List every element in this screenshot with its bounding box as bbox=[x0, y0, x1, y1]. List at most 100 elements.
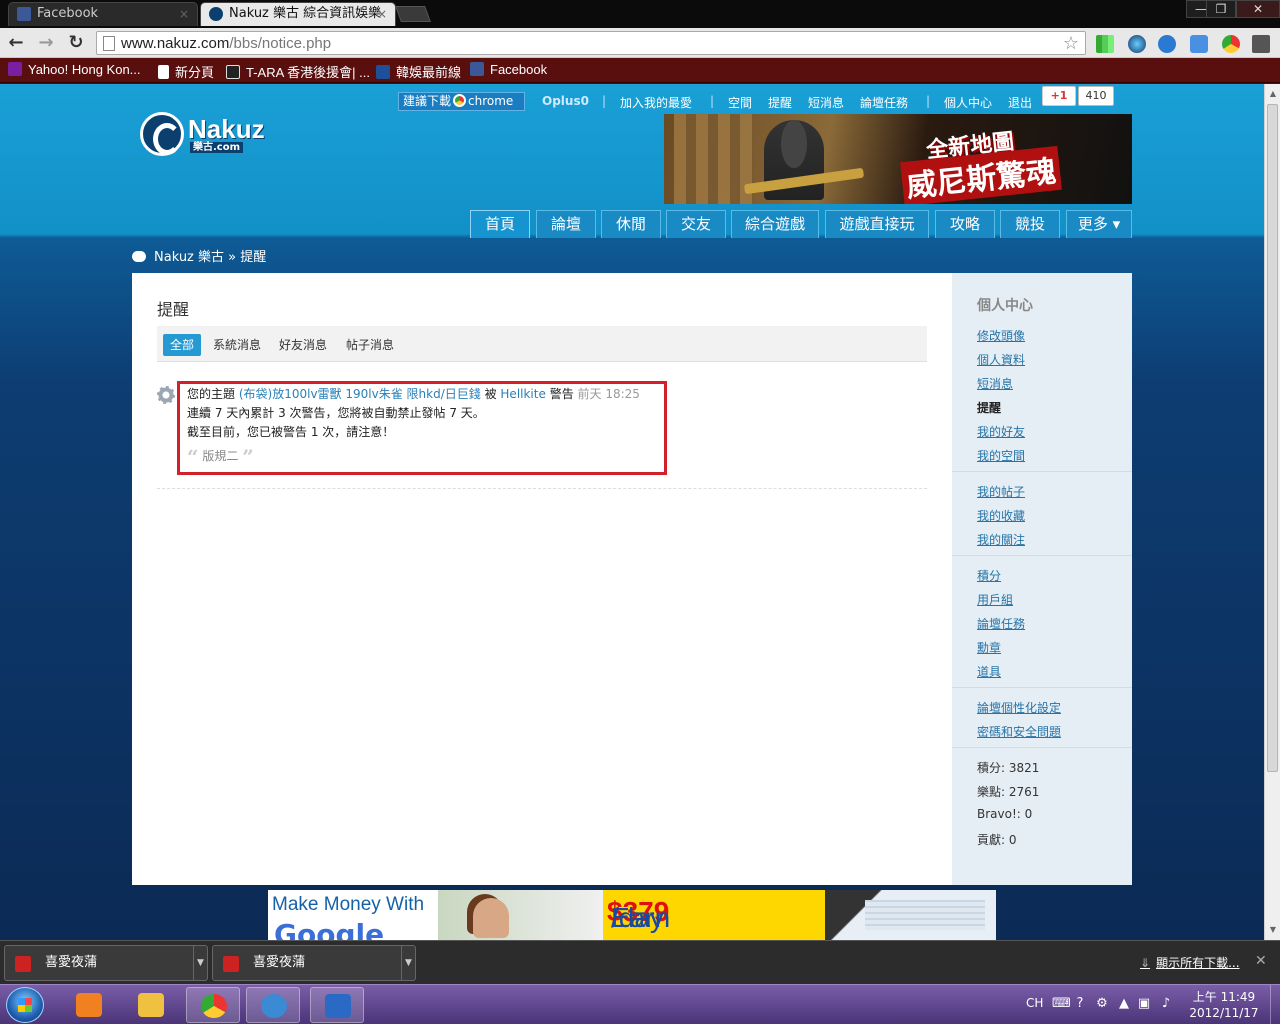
reload-button[interactable]: ↻ bbox=[64, 31, 88, 55]
notice-line-2: 連續 7 天內累計 3 次警告，您將被自動禁止發帖 7 天。 bbox=[187, 406, 485, 420]
signal-extension-icon[interactable] bbox=[1096, 35, 1114, 53]
taskbar-clock[interactable]: 上午 11:49 2012/11/17 bbox=[1186, 989, 1262, 1021]
sidebar-item-usergroup[interactable]: 用戶組 bbox=[977, 591, 1013, 608]
bottom-ad-banner[interactable]: Make Money With Google Earn $379/day bbox=[268, 890, 996, 940]
breadcrumb-current[interactable]: 提醒 bbox=[240, 250, 266, 265]
show-hidden-icons[interactable]: ▲ bbox=[1116, 996, 1132, 1012]
nav-play-games[interactable]: 遊戲直接玩 bbox=[825, 210, 929, 238]
taskbar-media-player[interactable] bbox=[62, 987, 116, 1023]
taskbar-bird-app[interactable] bbox=[310, 987, 364, 1023]
taskbar-nakuz[interactable] bbox=[246, 987, 300, 1023]
site-logo[interactable]: Nakuz 樂古.com bbox=[140, 112, 280, 158]
logout-link[interactable]: 退出 bbox=[1008, 94, 1032, 111]
add-favorite-link[interactable]: 加入我的最愛 bbox=[620, 94, 692, 111]
globe-extension-icon[interactable] bbox=[1128, 35, 1146, 53]
nav-more[interactable]: 更多 ▾ bbox=[1066, 210, 1132, 238]
show-all-downloads-link[interactable]: ⇓ 顯示所有下載... bbox=[1140, 954, 1240, 971]
tab-system[interactable]: 系統消息 bbox=[206, 334, 268, 356]
download-chrome-button[interactable]: 建議下載 chrome bbox=[398, 92, 525, 111]
sidebar-item-posts[interactable]: 我的帖子 bbox=[977, 483, 1025, 500]
tab-facebook[interactable]: Facebook × bbox=[8, 2, 198, 26]
sidebar-item-medals[interactable]: 勳章 bbox=[977, 639, 1001, 656]
bookmark-korean[interactable]: 韓娛最前線 bbox=[376, 62, 461, 81]
sidebar-item-security[interactable]: 密碼和安全問題 bbox=[977, 723, 1061, 740]
scroll-down-icon[interactable]: ▼ bbox=[1265, 922, 1280, 938]
taskbar-explorer[interactable] bbox=[124, 987, 178, 1023]
sidebar-item-favorites[interactable]: 我的收藏 bbox=[977, 507, 1025, 524]
sidebar-item-profile[interactable]: 個人資料 bbox=[977, 351, 1025, 368]
user-center-link[interactable]: 個人中心 bbox=[944, 94, 992, 111]
nav-leisure[interactable]: 休閒 bbox=[601, 210, 661, 238]
tab-close-icon[interactable]: × bbox=[179, 3, 189, 25]
keyboard-icon[interactable]: ⌨ bbox=[1052, 996, 1071, 1012]
nav-games[interactable]: 綜合遊戲 bbox=[731, 210, 819, 238]
sidebar-item-follows[interactable]: 我的關注 bbox=[977, 531, 1025, 548]
sidebar-item-friends[interactable]: 我的好友 bbox=[977, 423, 1025, 440]
taskbar-chrome[interactable] bbox=[186, 987, 240, 1023]
language-indicator[interactable]: CH bbox=[1026, 996, 1043, 1010]
topic-link[interactable]: (布袋)放100lv雷獸 190lv朱雀 限hkd/日巨錢 bbox=[239, 387, 481, 401]
sidebar-item-tasks[interactable]: 論壇任務 bbox=[977, 615, 1025, 632]
sidebar-item-items[interactable]: 道具 bbox=[977, 663, 1001, 680]
show-desktop-button[interactable] bbox=[1270, 985, 1280, 1024]
sync-extension-icon[interactable] bbox=[1158, 35, 1176, 53]
space-link[interactable]: 空間 bbox=[728, 94, 752, 111]
volume-icon[interactable]: ♪ bbox=[1158, 996, 1174, 1012]
username-link[interactable]: Oplus0 bbox=[542, 94, 589, 108]
nav-auction[interactable]: 競投 bbox=[1000, 210, 1060, 238]
notice-link[interactable]: 提醒 bbox=[768, 94, 792, 111]
scroll-up-icon[interactable]: ▲ bbox=[1265, 86, 1280, 102]
google-plus-button[interactable]: +1 bbox=[1042, 86, 1076, 106]
back-button[interactable]: ← bbox=[4, 31, 28, 55]
nav-home[interactable]: 首頁 bbox=[470, 210, 530, 238]
banner-headline: 威尼斯驚魂 bbox=[900, 145, 1062, 204]
sidebar-item-personalize[interactable]: 論壇個性化設定 bbox=[977, 699, 1061, 716]
page-scrollbar[interactable]: ▲ ▼ bbox=[1264, 84, 1280, 940]
tab-friends[interactable]: 好友消息 bbox=[272, 334, 334, 356]
close-window-button[interactable]: ✕ bbox=[1236, 0, 1280, 18]
nav-forum[interactable]: 論壇 bbox=[536, 210, 596, 238]
wrench-menu-icon[interactable] bbox=[1252, 35, 1270, 53]
person-illustration bbox=[473, 898, 509, 938]
user-link[interactable]: Hellkite bbox=[500, 387, 545, 401]
sidebar-item-avatar[interactable]: 修改頭像 bbox=[977, 327, 1025, 344]
messages-link[interactable]: 短消息 bbox=[808, 94, 844, 111]
tab-posts[interactable]: 帖子消息 bbox=[339, 334, 401, 356]
sidebar-item-notice[interactable]: 提醒 bbox=[977, 399, 1001, 416]
chevron-down-icon[interactable]: ▼ bbox=[401, 946, 415, 980]
game-ad-banner[interactable]: 全新地圖 威尼斯驚魂 bbox=[664, 114, 1132, 204]
sidebar-item-space[interactable]: 我的空間 bbox=[977, 447, 1025, 464]
new-tab-button[interactable] bbox=[395, 6, 431, 22]
tab-nakuz[interactable]: Nakuz 樂古 綜合資訊娛樂 × bbox=[200, 2, 396, 26]
scrollbar-thumb[interactable] bbox=[1267, 104, 1278, 772]
tray-settings-icon[interactable]: ⚙ bbox=[1094, 996, 1110, 1012]
bag-extension-icon[interactable] bbox=[1190, 35, 1208, 53]
chrome-extension-icon[interactable] bbox=[1222, 35, 1240, 53]
nav-guides[interactable]: 攻略 bbox=[935, 210, 995, 238]
ad-google-panel: Make Money With Google bbox=[268, 890, 438, 940]
chevron-down-icon[interactable]: ▼ bbox=[193, 946, 207, 980]
bookmark-tara[interactable]: T-ARA 香港後援會| ... bbox=[226, 62, 370, 81]
maximize-button[interactable]: ❐ bbox=[1206, 0, 1236, 18]
bookmark-facebook[interactable]: Facebook bbox=[470, 62, 547, 77]
tab-close-icon[interactable]: × bbox=[377, 3, 387, 25]
address-url[interactable]: www.nakuz.com/bbs/notice.php bbox=[121, 35, 331, 52]
network-icon[interactable]: ▣ bbox=[1136, 996, 1152, 1012]
nav-social[interactable]: 交友 bbox=[666, 210, 726, 238]
sidebar-item-credits[interactable]: 積分 bbox=[977, 567, 1001, 584]
bookmark-star-icon[interactable]: ☆ bbox=[1063, 33, 1079, 54]
close-shelf-icon[interactable]: ✕ bbox=[1255, 953, 1267, 969]
download-item[interactable]: 喜愛夜蒲2.2012.....torrent ▼ bbox=[4, 945, 208, 1004]
breadcrumb-home[interactable]: Nakuz 樂古 bbox=[154, 250, 224, 265]
bookmark-new-tab[interactable]: 新分頁 bbox=[158, 62, 214, 81]
sidebar-item-messages[interactable]: 短消息 bbox=[977, 375, 1013, 392]
help-icon[interactable]: ? bbox=[1072, 996, 1088, 1012]
download-item[interactable]: 喜愛夜蒲2.2012.....torrent ▼ bbox=[212, 945, 416, 1004]
forward-button[interactable]: → bbox=[34, 31, 58, 55]
tab-all[interactable]: 全部 bbox=[163, 334, 202, 356]
tasks-link[interactable]: 論壇任務 bbox=[860, 94, 908, 111]
address-bar[interactable]: www.nakuz.com/bbs/notice.php ☆ bbox=[96, 31, 1086, 55]
start-button[interactable] bbox=[6, 987, 44, 1023]
stat-credits: 積分: 3821 bbox=[977, 761, 1040, 775]
bookmark-yahoo[interactable]: Yahoo! Hong Kon... bbox=[8, 62, 141, 77]
